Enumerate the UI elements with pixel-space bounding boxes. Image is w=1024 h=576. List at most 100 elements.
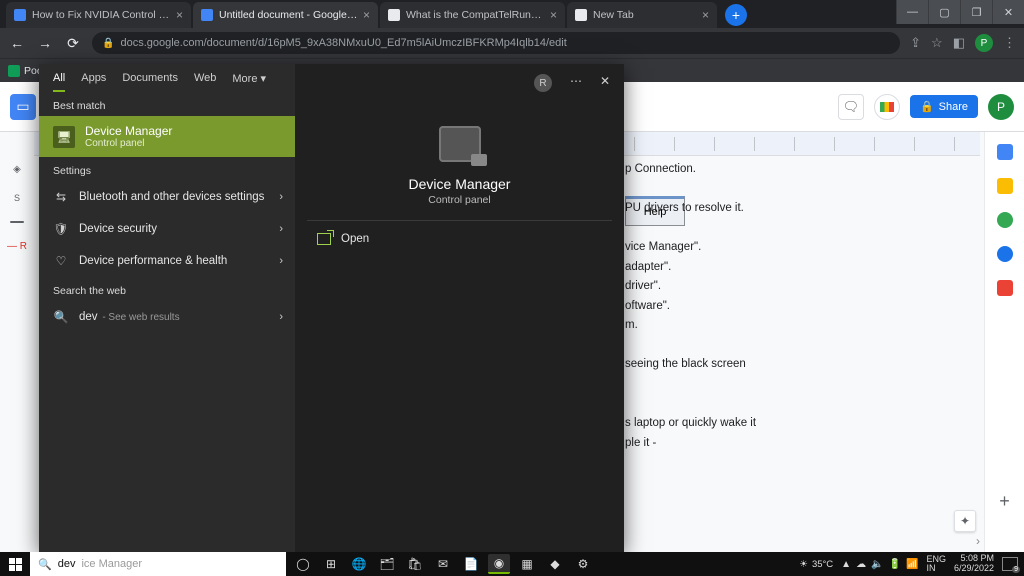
onedrive-icon[interactable]: ☁ (856, 559, 866, 570)
restore-button[interactable]: ❐ (960, 0, 992, 24)
system-tray: ☀ 35°C ▲ ☁ 🔈 🔋 📶 ENG IN 5:08 PM 6/29/202… (799, 554, 1024, 574)
doc-line: driver". (625, 277, 965, 297)
address-bar: ← → ⟳ 🔒 docs.google.com/document/d/16pM5… (0, 28, 1024, 58)
settings-result[interactable]: 🛡 Device security › (39, 213, 295, 245)
lock-icon: 🔒 (920, 100, 934, 113)
maximize-button[interactable]: ▢ (928, 0, 960, 24)
browser-tab[interactable]: Untitled document - Google Doc × (193, 2, 378, 28)
explore-button[interactable]: ✦ (954, 510, 976, 532)
section-settings: Settings (39, 157, 295, 181)
extension-icon[interactable]: ◧ (953, 35, 965, 51)
battery-icon[interactable]: 🔋 (889, 559, 901, 570)
settings-taskbar-icon[interactable]: ⚙ (572, 554, 594, 574)
best-match-title: Device Manager (85, 124, 172, 138)
url-input[interactable]: 🔒 docs.google.com/document/d/16pM5_9xA38… (92, 32, 900, 54)
task-view-icon[interactable]: ⊞ (320, 554, 342, 574)
forward-button[interactable]: → (36, 35, 54, 51)
calendar-icon[interactable] (997, 144, 1013, 160)
wifi-icon[interactable]: 📶 (906, 559, 918, 570)
addons-plus-icon[interactable]: + (999, 491, 1010, 512)
side-panel: + (984, 132, 1024, 552)
action-center-icon[interactable]: 9 (1002, 557, 1018, 571)
web-result[interactable]: 🔍 dev - See web results › (39, 301, 295, 333)
outline-toggle-icon[interactable]: ◈ (13, 164, 21, 175)
account-avatar[interactable]: P (988, 94, 1014, 120)
clock[interactable]: 5:08 PM 6/29/2022 (954, 554, 994, 574)
filter-web[interactable]: Web (194, 72, 216, 92)
bookmark-star-icon[interactable]: ☆ (931, 35, 943, 51)
tab-title: Untitled document - Google Doc (219, 9, 359, 21)
tray-icons[interactable]: ▲ ☁ 🔈 🔋 📶 (841, 559, 918, 570)
close-window-button[interactable]: ✕ (992, 0, 1024, 24)
volume-icon[interactable]: 🔈 (871, 559, 883, 570)
account-badge[interactable]: R (534, 74, 552, 92)
tasks-icon[interactable] (997, 212, 1013, 228)
language-indicator[interactable]: ENG IN (926, 555, 946, 573)
settings-result[interactable]: ⇆ Bluetooth and other devices settings › (39, 181, 295, 213)
chrome-taskbar-icon[interactable]: ◉ (488, 554, 510, 574)
taskbar-search-input[interactable]: 🔍 device Manager (30, 552, 286, 576)
tab-close-icon[interactable]: × (550, 8, 557, 22)
maps-icon[interactable] (997, 280, 1013, 296)
doc-line: vice Manager". (625, 238, 965, 258)
start-menu-results: All Apps Documents Web More ▾ Best match… (39, 64, 295, 552)
meet-button[interactable] (874, 94, 900, 120)
explorer-icon[interactable]: 🗂 (376, 554, 398, 574)
share-page-icon[interactable]: ⇪ (910, 35, 921, 51)
profile-avatar[interactable]: P (975, 34, 993, 52)
lock-icon: 🔒 (102, 38, 114, 49)
app-icon[interactable]: ▦ (516, 554, 538, 574)
cortana-icon[interactable]: ◯ (292, 554, 314, 574)
chevron-right-icon: › (279, 223, 283, 235)
tab-title: How to Fix NVIDIA Control Panel (32, 9, 172, 21)
favicon-icon (14, 9, 26, 21)
office-icon[interactable]: 📄 (460, 554, 482, 574)
favicon-icon (388, 9, 400, 21)
reload-button[interactable]: ⟳ (64, 35, 82, 52)
outline-line-icon (10, 221, 24, 223)
doc-line: m. (625, 316, 965, 336)
new-tab-button[interactable]: + (725, 4, 747, 26)
app-icon[interactable]: ◆ (544, 554, 566, 574)
filter-documents[interactable]: Documents (122, 72, 178, 92)
bluetooth-icon: ⇆ (53, 189, 69, 205)
browser-tab[interactable]: How to Fix NVIDIA Control Panel × (6, 2, 191, 28)
tab-close-icon[interactable]: × (702, 8, 709, 22)
back-button[interactable]: ← (8, 35, 26, 51)
filter-all[interactable]: All (53, 72, 65, 92)
doc-line (625, 375, 965, 395)
document-body[interactable]: p Connection. PU drivers to resolve it. … (625, 160, 965, 453)
favicon-icon (201, 9, 213, 21)
comment-history-button[interactable]: 🗨 (838, 94, 864, 120)
keep-icon[interactable] (997, 178, 1013, 194)
best-match-result[interactable]: 🖥 Device Manager Control panel (39, 116, 295, 157)
browser-tab[interactable]: What is the CompatTelRunner - C × (380, 2, 565, 28)
shield-icon: 🛡 (53, 221, 69, 237)
tab-close-icon[interactable]: × (363, 8, 370, 22)
open-action[interactable]: Open (295, 221, 624, 257)
close-start-icon[interactable]: ✕ (600, 74, 610, 92)
minimize-button[interactable]: — (896, 0, 928, 24)
start-menu: All Apps Documents Web More ▾ Best match… (39, 64, 624, 552)
chrome-menu-icon[interactable]: ⋮ (1003, 35, 1016, 51)
settings-result[interactable]: ♡ Device performance & health › (39, 245, 295, 277)
tray-overflow-icon[interactable]: ▲ (841, 559, 851, 570)
scroll-right-icon[interactable]: › (976, 534, 980, 548)
filter-more[interactable]: More ▾ (232, 72, 266, 92)
browser-tab[interactable]: New Tab × (567, 2, 717, 28)
share-button[interactable]: 🔒 Share (910, 95, 978, 118)
tab-close-icon[interactable]: × (176, 8, 183, 22)
more-options-icon[interactable]: ⋯ (570, 74, 582, 92)
filter-apps[interactable]: Apps (81, 72, 106, 92)
taskbar: 🔍 device Manager ◯ ⊞ 🌐 🗂 🛍 ✉ 📄 ◉ ▦ ◆ ⚙ ☀… (0, 552, 1024, 576)
preview-device-icon (439, 126, 481, 162)
docs-logo-icon[interactable]: ▭ (10, 94, 36, 120)
doc-line: ple it - (625, 434, 965, 454)
weather-widget[interactable]: ☀ 35°C (799, 559, 833, 570)
mail-icon[interactable]: ✉ (432, 554, 454, 574)
start-button[interactable] (0, 552, 30, 576)
search-ghost-text: ice Manager (81, 558, 142, 570)
edge-icon[interactable]: 🌐 (348, 554, 370, 574)
store-icon[interactable]: 🛍 (404, 554, 426, 574)
contacts-icon[interactable] (997, 246, 1013, 262)
